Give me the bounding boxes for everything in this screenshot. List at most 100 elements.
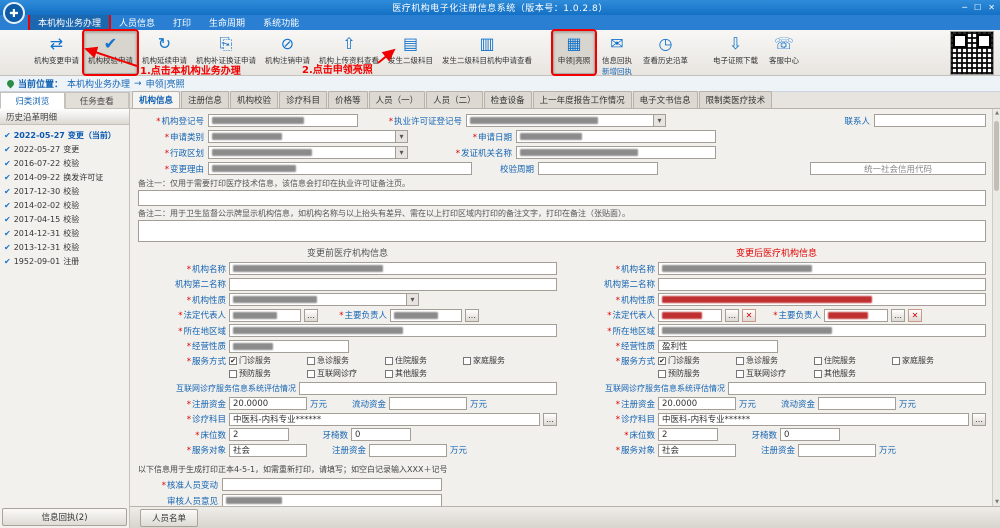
breadcrumb-item[interactable]: 申领|亮照 [146, 77, 185, 90]
main-tab[interactable]: 限制类医疗技术 [699, 91, 773, 108]
checkbox-icon[interactable] [658, 370, 666, 378]
approve-input[interactable] [222, 478, 442, 491]
main-tab[interactable]: 电子文书信息 [633, 91, 698, 108]
name-input[interactable] [658, 262, 986, 275]
name2-input[interactable] [229, 278, 557, 291]
main-tab[interactable]: 注册信息 [181, 91, 229, 108]
menu-item[interactable]: 人员信息 [111, 15, 163, 30]
name-input[interactable] [229, 262, 557, 275]
main-tab[interactable]: 价格等 [328, 91, 368, 108]
legal-picker-button[interactable]: … [725, 309, 739, 322]
legal-input[interactable] [658, 309, 722, 322]
history-item[interactable]: ✔ 2017-04-15 校验 [0, 212, 129, 226]
history-item[interactable]: ✔ 2013-12-31 校验 [0, 240, 129, 254]
subjects-picker-button[interactable]: … [972, 413, 986, 426]
checkbox-icon[interactable] [736, 357, 744, 365]
area-input[interactable] [658, 324, 986, 337]
subjects-input[interactable]: 中医科-内科专业****** [229, 413, 540, 426]
district-select[interactable] [208, 146, 408, 159]
main-tab[interactable]: 上一年度报告工作情况 [533, 91, 632, 108]
chief-clear-button[interactable]: ✕ [908, 309, 922, 322]
service-mode-checkbox[interactable]: 急诊服务 [307, 355, 379, 366]
chairs-input[interactable]: 0 [780, 428, 840, 441]
remark1-textarea[interactable] [138, 190, 986, 206]
main-tab[interactable]: 人员（一） [369, 91, 426, 108]
capital-input[interactable]: 20.0000 [658, 397, 736, 410]
main-tab[interactable]: 机构信息 [132, 91, 180, 108]
contact-input[interactable] [874, 114, 986, 127]
main-tab[interactable]: 人员（二） [426, 91, 483, 108]
toolbar-button[interactable]: ◷ 查看历史沿革 [639, 31, 692, 74]
sidebar-tab[interactable]: 任务查看 [65, 92, 130, 109]
reason-input[interactable] [208, 162, 472, 175]
internet-eval-input[interactable] [728, 382, 986, 395]
chief-picker-button[interactable]: … [465, 309, 479, 322]
flow-input[interactable] [818, 397, 896, 410]
subjects-input[interactable]: 中医科-内科专业****** [658, 413, 969, 426]
checkbox-icon[interactable] [307, 370, 315, 378]
checkbox-icon[interactable] [385, 357, 393, 365]
service-mode-checkbox[interactable]: 门诊服务 [658, 355, 730, 366]
legal-input[interactable] [229, 309, 301, 322]
history-item[interactable]: ✔ 2017-12-30 校验 [0, 184, 129, 198]
beds-input[interactable]: 2 [658, 428, 718, 441]
subjects-picker-button[interactable]: … [543, 413, 557, 426]
history-item[interactable]: ✔ 1952-09-01 注册 [0, 254, 129, 268]
checkbox-icon[interactable] [229, 370, 237, 378]
checkbox-icon[interactable] [814, 370, 822, 378]
area-input[interactable] [229, 324, 557, 337]
maximize-button[interactable]: ☐ [974, 0, 981, 15]
apply-date-input[interactable] [516, 130, 716, 143]
breadcrumb-item[interactable]: 本机构业务办理 [67, 77, 130, 90]
chairs-input[interactable]: 0 [351, 428, 411, 441]
service-mode-checkbox[interactable]: 家庭服务 [463, 355, 535, 366]
toolbar-button[interactable]: ▦ 申领|亮照 [553, 31, 595, 74]
legal-clear-button[interactable]: ✕ [742, 309, 756, 322]
flow-input[interactable] [389, 397, 467, 410]
sidebar-tab[interactable]: 归类浏览 [0, 92, 65, 109]
service-mode-checkbox[interactable]: 住院服务 [385, 355, 457, 366]
remark2-textarea[interactable] [138, 220, 986, 242]
service-mode-checkbox[interactable]: 其他服务 [814, 368, 886, 379]
scroll-down-icon[interactable]: ▼ [993, 499, 1000, 505]
history-item[interactable]: ✔ 2022-05-27 变更 [0, 142, 129, 156]
toolbar-button[interactable]: ⇩ 电子证照下载 [709, 31, 762, 74]
service-mode-checkbox[interactable]: 互联网诊疗 [307, 368, 379, 379]
service-mode-checkbox[interactable]: 预防服务 [658, 368, 730, 379]
chief-input[interactable] [824, 309, 888, 322]
nature-input[interactable] [229, 340, 349, 353]
internet-eval-input[interactable] [299, 382, 557, 395]
kind-input[interactable] [658, 293, 986, 306]
service-mode-checkbox[interactable]: 预防服务 [229, 368, 301, 379]
checkbox-icon[interactable] [385, 370, 393, 378]
checkbox-icon[interactable] [736, 370, 744, 378]
target-input[interactable]: 社会 [229, 444, 307, 457]
apply-type-select[interactable] [208, 130, 408, 143]
reg2-input[interactable] [369, 444, 447, 457]
review-input[interactable] [222, 494, 442, 506]
cycle-input[interactable] [538, 162, 658, 175]
service-mode-checkbox[interactable]: 门诊服务 [229, 355, 301, 366]
checkbox-icon[interactable] [892, 357, 900, 365]
target-input[interactable]: 社会 [658, 444, 736, 457]
checkbox-icon[interactable] [658, 357, 666, 365]
credit-code-input[interactable]: 统一社会信用代码 [810, 162, 986, 175]
toolbar-button[interactable]: ☏ 客服中心 [763, 31, 805, 74]
main-tab[interactable]: 检查设备 [484, 91, 532, 108]
checkbox-icon[interactable] [229, 357, 237, 365]
scroll-up-icon[interactable]: ▲ [993, 110, 1000, 116]
cert-no-select[interactable] [466, 114, 666, 127]
main-tab[interactable]: 诊疗科目 [279, 91, 327, 108]
checkbox-icon[interactable] [463, 357, 471, 365]
menu-item[interactable]: 本机构业务办理 [30, 15, 109, 30]
service-mode-checkbox[interactable]: 互联网诊疗 [736, 368, 808, 379]
nature-input[interactable]: 盈利性 [658, 340, 778, 353]
chief-input[interactable] [390, 309, 462, 322]
checkbox-icon[interactable] [307, 357, 315, 365]
service-mode-checkbox[interactable]: 其他服务 [385, 368, 457, 379]
scrollbar-thumb[interactable] [994, 121, 999, 191]
reg-no-input[interactable] [208, 114, 358, 127]
service-mode-checkbox[interactable]: 急诊服务 [736, 355, 808, 366]
issuer-input[interactable] [516, 146, 716, 159]
menu-item[interactable]: 系统功能 [255, 15, 307, 30]
